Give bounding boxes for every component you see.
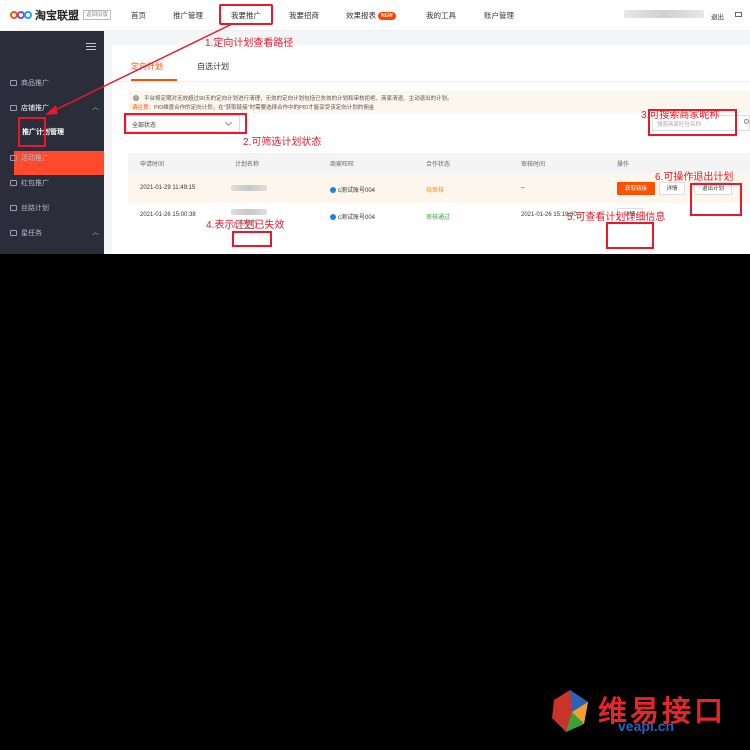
screenshot-area: 淘宝联盟 返回旧版 首页 推广管理 我要推广 我要招商 效果报表 NEW 我的工具… [0,0,750,254]
arrow-annotation [45,23,233,115]
watermark-url: veapi.cn [618,718,675,734]
watermark-logo-icon [552,690,588,732]
